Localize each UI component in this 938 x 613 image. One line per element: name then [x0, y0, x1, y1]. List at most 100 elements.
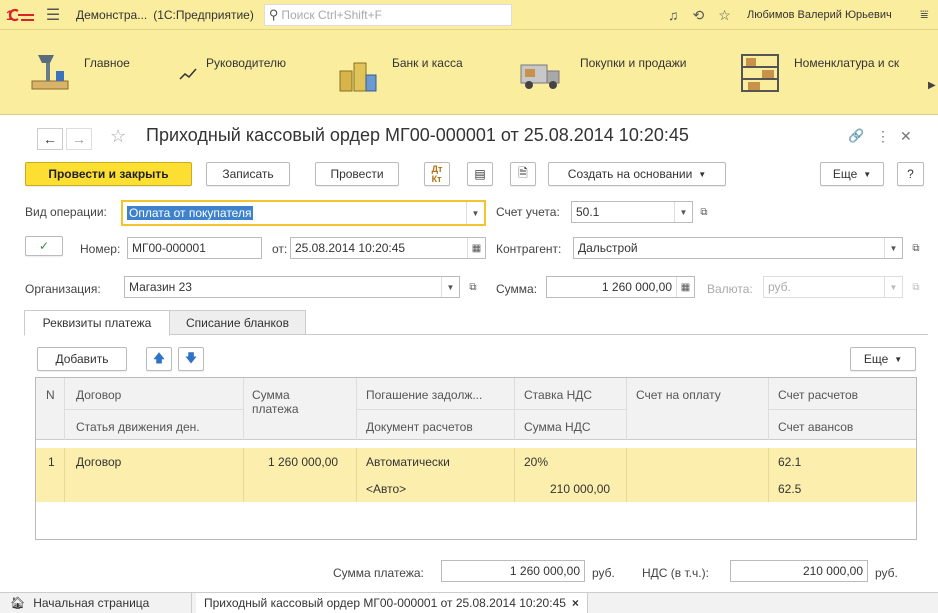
header-n[interactable]: N [46, 388, 55, 402]
more-vertical-icon[interactable]: ⋮ [876, 128, 890, 145]
number-value: МГ00-000001 [132, 241, 206, 255]
table-row[interactable]: <Авто> 210 000,00 62.5 [36, 475, 916, 502]
close-tab-icon[interactable]: × [572, 596, 579, 610]
window-tabs-bar: 🏠︎ Начальная страница Приходный кассовый… [0, 592, 938, 613]
calendar-icon[interactable]: ▦ [467, 238, 485, 258]
column-divider [64, 448, 65, 502]
header-invoice[interactable]: Счет на оплату [636, 388, 721, 402]
cell-repay[interactable]: Автоматически [366, 455, 450, 469]
create-based-on-label: Создать на основании [567, 167, 693, 181]
header-settle-acc[interactable]: Счет расчетов [778, 388, 858, 402]
header-contract[interactable]: Договор [76, 388, 121, 402]
column-divider [356, 448, 357, 502]
cell-settle-acc[interactable]: 62.1 [778, 455, 801, 469]
cell-vat-rate[interactable]: 20% [524, 455, 548, 469]
chevron-down-icon: ▼ [863, 169, 872, 179]
tab-payment-details[interactable]: Реквизиты платежа [24, 310, 170, 336]
create-based-on-button[interactable]: Создать на основании ▼ [548, 162, 726, 186]
close-icon[interactable]: ✕ [900, 128, 912, 145]
print-document-icon[interactable]: 🗎 [510, 162, 536, 186]
table-row[interactable]: 1 Договор 1 260 000,00 Автоматически 20%… [36, 448, 916, 475]
section-nomenclature[interactable]: Номенклатура и ск [738, 30, 899, 115]
header-advance-acc[interactable]: Счет авансов [778, 420, 853, 434]
calculator-icon[interactable]: ▦ [676, 277, 694, 297]
main-menu-icon[interactable]: ☰ [42, 5, 64, 25]
sum-field[interactable]: 1 260 000,00 ▦ [546, 276, 695, 298]
chevron-down-icon[interactable]: ▼ [884, 238, 902, 258]
favorites-star-icon[interactable]: ☆ [718, 7, 731, 24]
account-label: Счет учета: [496, 205, 560, 219]
payment-total-field[interactable]: 1 260 000,00 [441, 560, 585, 582]
chevron-down-icon[interactable]: ▼ [466, 202, 484, 224]
post-button[interactable]: Провести [315, 162, 399, 186]
cell-amount[interactable]: 1 260 000,00 [268, 455, 338, 469]
history-icon[interactable]: ⟲ [693, 7, 705, 24]
tab-write-off-forms[interactable]: Списание бланков [169, 310, 306, 335]
header-vat-rate[interactable]: Ставка НДС [524, 388, 592, 402]
move-up-icon[interactable]: 🡅 [146, 347, 172, 371]
section-bank-cash[interactable]: Банк и касса [336, 30, 463, 115]
column-divider [243, 448, 244, 502]
header-repay[interactable]: Погашение задолж... [366, 388, 482, 402]
header-cashflow[interactable]: Статья движения ден. [76, 420, 200, 434]
header-vat-sum[interactable]: Сумма НДС [524, 420, 591, 434]
column-divider [768, 448, 769, 502]
section-purchases-sales[interactable]: Покупки и продажи [514, 30, 687, 115]
column-divider [514, 448, 515, 502]
save-button[interactable]: Записать [206, 162, 290, 186]
table-more-button[interactable]: Еще ▼ [850, 347, 916, 371]
document-list-icon[interactable]: ▤ [467, 162, 493, 186]
number-field[interactable]: МГ00-000001 [127, 237, 262, 259]
open-icon[interactable]: ⧉ [464, 277, 482, 297]
favorite-star-icon[interactable]: ☆ [110, 126, 126, 147]
organization-field[interactable]: Магазин 23 ▼ [124, 276, 460, 298]
document-window-tab[interactable]: Приходный кассовый ордер МГ00-000001 от … [196, 593, 588, 613]
help-button[interactable]: ? [897, 162, 924, 186]
currency-field[interactable]: руб. ▼ [763, 276, 903, 298]
forward-button[interactable]: → [66, 128, 92, 150]
section-manager[interactable]: Руководителю [178, 30, 286, 115]
operation-type-field[interactable]: Оплата от покупателя ▼ [121, 200, 486, 226]
number-label: Номер: [80, 242, 121, 256]
table-header: N Договор Статья движения ден. Сумма пла… [36, 378, 916, 440]
counterparty-field[interactable]: Дальстрой ▼ [573, 237, 903, 259]
chevron-down-icon[interactable]: ▼ [441, 277, 459, 297]
operation-type-label: Вид операции: [25, 205, 107, 219]
cell-vat-sum[interactable]: 210 000,00 [550, 482, 610, 496]
payment-table: N Договор Статья движения ден. Сумма пла… [35, 377, 917, 540]
back-button[interactable]: ← [37, 128, 63, 150]
currency-value: руб. [768, 280, 791, 294]
scroll-right-icon[interactable]: ▶ [928, 80, 936, 91]
link-icon[interactable]: 🔗 [848, 128, 864, 144]
add-row-button[interactable]: Добавить [37, 347, 127, 371]
move-down-icon[interactable]: 🡇 [178, 347, 204, 371]
dt-kt-icon[interactable]: Дт Кт [424, 162, 450, 186]
user-name[interactable]: Любимов Валерий Юрьевич [747, 9, 892, 21]
open-icon[interactable]: ⧉ [695, 202, 713, 222]
more-button[interactable]: Еще ▼ [820, 162, 884, 186]
vat-total-field[interactable]: 210 000,00 [730, 560, 868, 582]
header-amount-line1[interactable]: Сумма [252, 388, 290, 402]
column-divider [626, 448, 627, 502]
chevron-down-icon[interactable]: ▼ [884, 277, 902, 297]
header-settle-doc[interactable]: Документ расчетов [366, 420, 473, 434]
bell-icon[interactable]: ♫ [668, 7, 679, 23]
system-menu-icon[interactable]: ⩸ [920, 6, 929, 23]
coins-icon [339, 62, 377, 91]
search-input[interactable]: ⚲ Поиск Ctrl+Shift+F [263, 3, 512, 26]
home-page-tab[interactable]: 🏠︎ Начальная страница [0, 593, 192, 613]
post-and-close-button[interactable]: Провести и закрыть [25, 162, 192, 186]
section-main[interactable]: Главное [28, 30, 130, 115]
open-icon[interactable]: ⧉ [907, 238, 925, 258]
search-icon: ⚲ [268, 6, 279, 22]
posted-status-icon[interactable]: ✓ [25, 236, 63, 256]
chevron-down-icon[interactable]: ▼ [674, 202, 692, 222]
cell-advance-acc[interactable]: 62.5 [778, 482, 801, 496]
cell-contract[interactable]: Договор [76, 455, 121, 469]
date-field[interactable]: 25.08.2014 10:20:45 ▦ [290, 237, 486, 259]
cell-settle-doc[interactable]: <Авто> [366, 482, 406, 496]
header-amount-line2[interactable]: платежа [252, 402, 299, 416]
account-field[interactable]: 50.1 ▼ [571, 201, 693, 223]
cell-n[interactable]: 1 [48, 455, 55, 469]
open-icon[interactable]: ⧉ [907, 277, 925, 297]
